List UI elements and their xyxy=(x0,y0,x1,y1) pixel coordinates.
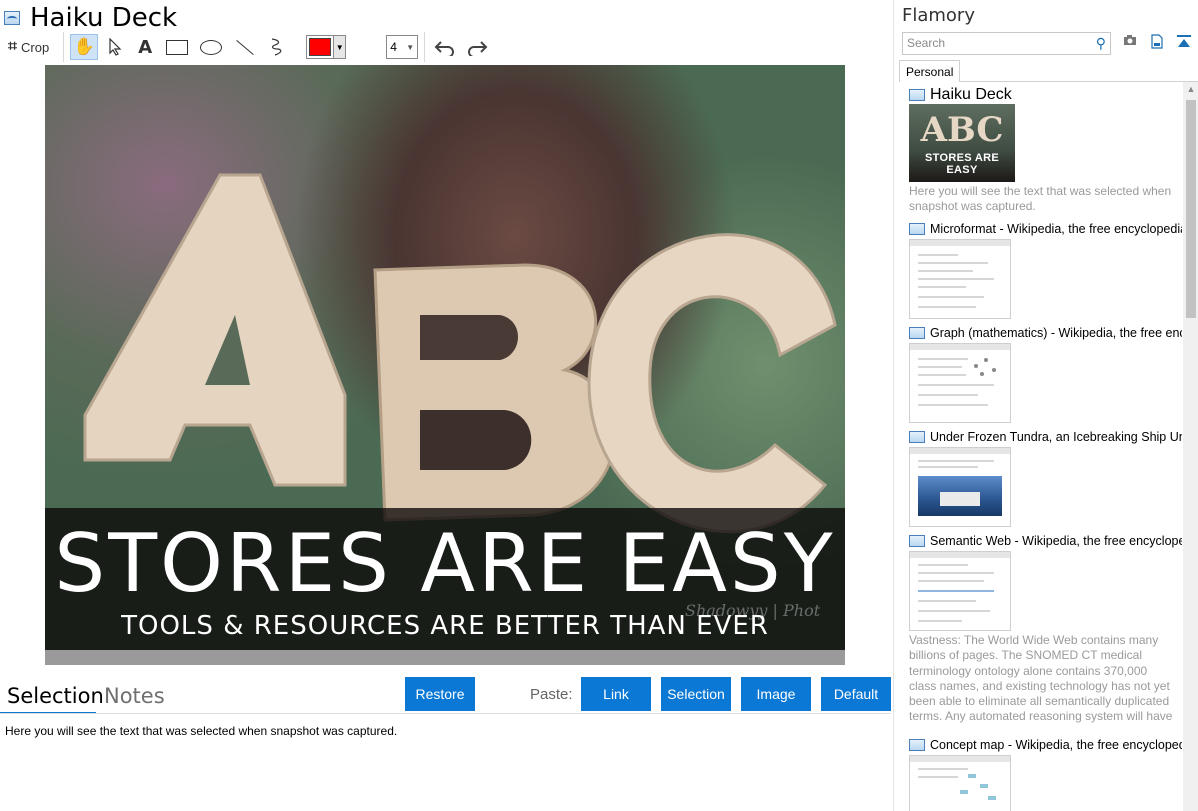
photo-headline: STORES ARE EASY xyxy=(54,517,836,610)
text-icon: A xyxy=(138,36,153,58)
list-item-title: Microformat - Wikipedia, the free encycl… xyxy=(930,222,1182,236)
line-tool-button[interactable] xyxy=(230,34,260,60)
crop-button[interactable]: ⌗ Crop xyxy=(4,34,53,60)
collapse-icon[interactable] xyxy=(1175,34,1193,52)
snapshot-thumbnail xyxy=(909,551,1011,631)
snapshot-thumbnail: ABC STORES ARE EASY xyxy=(909,104,1015,182)
paste-image-button[interactable]: Image xyxy=(741,677,811,711)
hand-icon: ✋ xyxy=(73,37,95,56)
undo-icon xyxy=(434,41,455,56)
freehand-tool-button[interactable] xyxy=(264,34,290,60)
list-item-title: Under Frozen Tundra, an Icebreaking Ship… xyxy=(930,430,1182,444)
photo-footer-bar xyxy=(45,650,845,665)
camera-icon[interactable] xyxy=(1121,34,1139,52)
toolbar-divider xyxy=(63,32,65,62)
sidebar-scrollbar[interactable]: ▲ xyxy=(1183,82,1198,811)
page-icon xyxy=(909,739,925,751)
redo-icon xyxy=(468,41,488,56)
list-item-title: Semantic Web - Wikipedia, the free encyc… xyxy=(930,534,1182,548)
paste-label: Paste: xyxy=(530,686,573,703)
list-item[interactable]: Haiku Deck ABC STORES ARE EASY Here you … xyxy=(909,86,1182,215)
snapshot-editor: Haiku Deck ⌗ Crop ✋ A ▼ 4 ▼ STORES ARE E… xyxy=(0,0,893,811)
page-icon xyxy=(909,223,925,235)
color-picker[interactable]: ▼ xyxy=(306,35,347,59)
line-width-icon xyxy=(356,34,378,60)
photo-watermark: Shadowyy | Phot xyxy=(685,601,821,620)
page-icon xyxy=(909,89,925,101)
crop-label: Crop xyxy=(21,39,50,55)
restore-button[interactable]: Restore xyxy=(405,677,475,711)
undo-button[interactable] xyxy=(431,34,459,60)
list-item-title: Concept map - Wikipedia, the free encycl… xyxy=(930,738,1182,752)
snapshot-thumbnail xyxy=(909,239,1011,319)
freehand-icon xyxy=(272,38,282,56)
snapshot-thumbnail xyxy=(909,343,1011,423)
page-icon xyxy=(909,327,925,339)
tab-selection[interactable]: Selection xyxy=(7,684,104,708)
flamory-sidebar: Flamory Search ⚲ Personal Haiku Deck ABC xyxy=(893,0,1198,811)
scroll-thumb[interactable] xyxy=(1186,100,1196,318)
snapshot-list: Haiku Deck ABC STORES ARE EASY Here you … xyxy=(894,82,1182,811)
list-item[interactable]: Graph (mathematics) - Wikipedia, the fre… xyxy=(909,324,1182,423)
list-item[interactable]: Semantic Web - Wikipedia, the free encyc… xyxy=(909,532,1182,727)
divider xyxy=(0,713,891,714)
drawing-toolbar: ⌗ Crop ✋ A ▼ 4 ▼ xyxy=(4,32,495,62)
page-icon xyxy=(4,11,20,25)
chevron-down-icon: ▼ xyxy=(406,42,415,52)
paste-selection-button[interactable]: Selection xyxy=(661,677,731,711)
list-item[interactable]: Microformat - Wikipedia, the free encycl… xyxy=(909,220,1182,319)
list-item-header: Graph (mathematics) - Wikipedia, the fre… xyxy=(909,324,1182,342)
text-tool-button[interactable]: A xyxy=(132,34,158,60)
page-icon xyxy=(909,535,925,547)
tab-notes[interactable]: Notes xyxy=(104,684,165,708)
search-icon[interactable]: ⚲ xyxy=(1096,35,1106,52)
list-item-header: Concept map - Wikipedia, the free encycl… xyxy=(909,736,1182,754)
crop-icon: ⌗ xyxy=(8,38,18,55)
color-swatch xyxy=(309,38,332,56)
list-item-header: Microformat - Wikipedia, the free encycl… xyxy=(909,220,1182,238)
search-input[interactable]: Search ⚲ xyxy=(902,32,1111,55)
snapshot-thumbnail xyxy=(909,755,1011,811)
list-item-header: Semantic Web - Wikipedia, the free encyc… xyxy=(909,532,1182,550)
page-icon xyxy=(909,431,925,443)
snapshot-thumbnail xyxy=(909,447,1011,527)
selected-text-content[interactable]: Here you will see the text that was sele… xyxy=(5,724,397,738)
chevron-down-icon: ▼ xyxy=(333,36,346,58)
snapshot-image[interactable]: STORES ARE EASY TOOLS & RESOURCES ARE BE… xyxy=(45,65,845,665)
ellipse-tool-button[interactable] xyxy=(196,34,226,60)
list-item-header: Under Frozen Tundra, an Icebreaking Ship… xyxy=(909,428,1182,446)
app-window: Haiku Deck ⌗ Crop ✋ A ▼ 4 ▼ STORES ARE E… xyxy=(0,0,1198,811)
paste-default-button[interactable]: Default xyxy=(821,677,891,711)
title-bar: Haiku Deck xyxy=(4,2,177,34)
toolbar-divider xyxy=(424,32,426,62)
list-item-header: Haiku Deck xyxy=(909,86,1182,104)
tab-personal[interactable]: Personal xyxy=(899,60,960,82)
sidebar-app-name: Flamory xyxy=(902,5,975,26)
list-item-description: Vastness: The World Wide Web contains ma… xyxy=(909,633,1173,727)
paste-link-button[interactable]: Link xyxy=(581,677,651,711)
thumbnail-caption: STORES ARE EASY xyxy=(925,152,999,176)
ellipse-icon xyxy=(200,39,223,55)
bottom-panel-header: Selection Notes Restore Paste: Link Sele… xyxy=(0,676,893,714)
list-item[interactable]: Concept map - Wikipedia, the free encycl… xyxy=(909,736,1182,811)
line-width-value: 4 xyxy=(390,40,397,54)
list-item[interactable]: Under Frozen Tundra, an Icebreaking Ship… xyxy=(909,428,1182,527)
line-icon xyxy=(236,39,254,55)
hand-tool-button[interactable]: ✋ xyxy=(70,34,99,60)
rectangle-tool-button[interactable] xyxy=(162,34,192,60)
page-title: Haiku Deck xyxy=(30,3,178,33)
line-width-select[interactable]: 4 ▼ xyxy=(386,35,419,59)
rectangle-icon xyxy=(166,39,189,55)
search-placeholder: Search xyxy=(907,36,946,50)
redo-button[interactable] xyxy=(463,34,491,60)
list-item-description: Here you will see the text that was sele… xyxy=(909,184,1172,214)
pointer-icon xyxy=(109,38,122,56)
scroll-up-icon[interactable]: ▲ xyxy=(1183,84,1198,98)
document-icon[interactable] xyxy=(1148,34,1166,52)
list-item-title: Graph (mathematics) - Wikipedia, the fre… xyxy=(930,326,1182,340)
list-item-title: Haiku Deck xyxy=(930,86,1012,103)
thumbnail-letters-art: ABC xyxy=(920,110,1004,150)
pointer-tool-button[interactable] xyxy=(102,34,128,60)
